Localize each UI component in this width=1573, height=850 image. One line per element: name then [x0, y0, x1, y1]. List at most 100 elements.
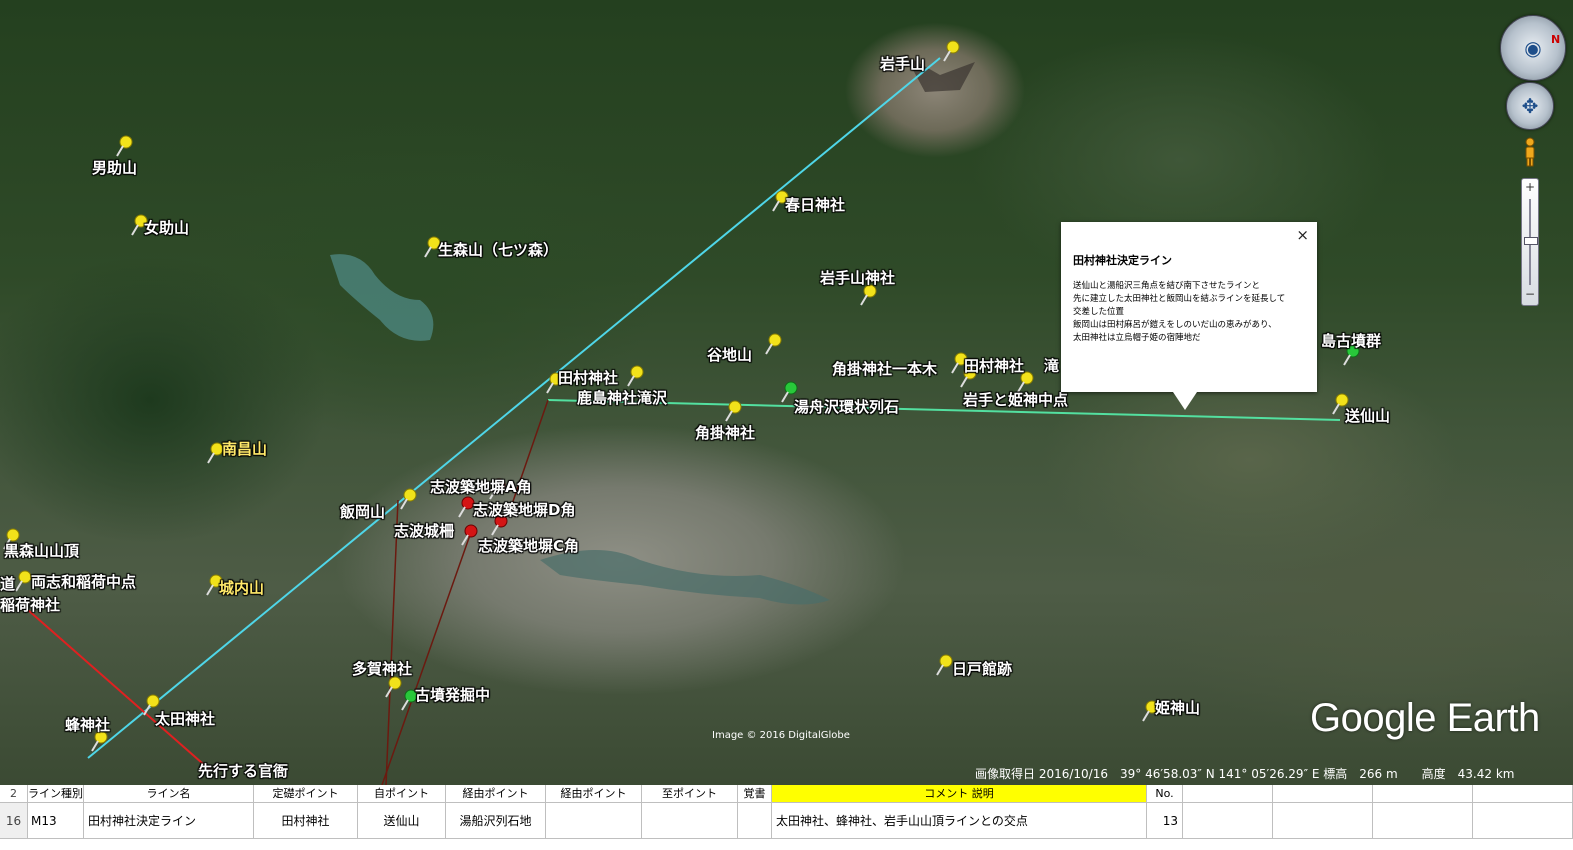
placemark-label[interactable]: 志波城柵 — [394, 520, 454, 541]
column-header[interactable]: No. — [1147, 785, 1183, 803]
move-control[interactable]: ✥ — [1506, 82, 1554, 130]
table-cell[interactable]: 湯船沢列石地 — [446, 803, 546, 839]
placemark-label[interactable]: 両志和稲荷中点 — [31, 571, 136, 592]
balloon-text-line: 太田神社は立烏帽子姫の宿陣地だ — [1073, 333, 1201, 343]
empty-cell[interactable] — [1473, 803, 1573, 839]
empty-cell[interactable] — [1473, 785, 1573, 803]
earth-map-view[interactable]: 岩手山 春日神社 男助山 女助山 生森山（七ツ森） 岩手山神社 谷地山 角掛神社… — [0, 0, 1573, 785]
placemark-info-balloon: × 田村神社決定ライン 送仙山と湯船沢三角点を結び南下させたラインと 先に建立し… — [1061, 222, 1317, 410]
red-line — [27, 609, 211, 771]
balloon-text-line: 飯岡山は田村麻呂が鎧えをしのいだ山の恵みがあり、 — [1073, 320, 1277, 330]
placemark-label[interactable]: 岩手と姫神中点 — [963, 389, 1068, 410]
balloon-text-line: 先に建立した太田神社と飯岡山を結ぶラインを延長して — [1073, 294, 1286, 304]
balloon-text-line: 送仙山と湯船沢三角点を結び南下させたラインと — [1073, 281, 1261, 291]
table-cell[interactable] — [642, 803, 738, 839]
zoom-slider[interactable]: + − — [1521, 178, 1539, 306]
column-header[interactable]: ライン名 — [84, 785, 254, 803]
hand-icon: ✥ — [1521, 94, 1539, 118]
placemark-label[interactable]: 姫神山 — [1155, 697, 1200, 718]
column-header[interactable]: 定礎ポイント — [254, 785, 358, 803]
placemark-label[interactable]: 城内山 — [219, 577, 264, 598]
balloon-text-line: 交差した位置 — [1073, 307, 1125, 317]
yellow-pushpin-icon[interactable] — [722, 400, 744, 422]
column-header[interactable]: 至ポイント — [642, 785, 738, 803]
balloon-title: 田村神社決定ライン — [1073, 254, 1172, 267]
table-cell[interactable]: 田村神社決定ライン — [84, 803, 254, 839]
look-control[interactable]: ◉ — [1500, 15, 1566, 81]
yellow-pushpin-icon[interactable] — [762, 333, 784, 355]
table-cell[interactable]: 田村神社 — [254, 803, 358, 839]
empty-cell[interactable] — [1183, 785, 1273, 803]
placemark-label[interactable]: 島古墳群 — [1321, 330, 1381, 351]
placemark-label[interactable]: 湯舟沢環状列石 — [794, 396, 899, 417]
column-header[interactable]: 経由ポイント — [446, 785, 546, 803]
placemark-label[interactable]: 男助山 — [92, 157, 137, 178]
placemark-label[interactable]: 道 — [0, 573, 15, 594]
placemark-label[interactable]: 志波築地塀D角 — [473, 499, 575, 520]
placemark-label[interactable]: 谷地山 — [707, 344, 752, 365]
placemark-label[interactable]: 送仙山 — [1345, 405, 1390, 426]
placemark-label[interactable]: 角掛神社一本木 — [832, 358, 937, 379]
row-number[interactable]: 2 — [0, 785, 28, 803]
placemark-label[interactable]: 多賀神社 — [352, 658, 412, 679]
placemark-label[interactable]: 春日神社 — [785, 194, 845, 215]
zoom-thumb[interactable] — [1524, 237, 1538, 245]
placemark-label[interactable]: 蜂神社 — [65, 714, 110, 735]
placemark-label[interactable]: 志波築地塀A角 — [430, 476, 532, 497]
empty-cell[interactable] — [1183, 803, 1273, 839]
column-header[interactable]: 経由ポイント — [546, 785, 642, 803]
placemark-label[interactable]: 黒森山山頂 — [4, 540, 79, 561]
status-bar: 画像取得日 2016/10/16 39° 46′58.03″ N 141° 05… — [975, 767, 1515, 781]
google-earth-logo: Google Earth — [1310, 696, 1540, 740]
placemark-label[interactable]: 志波築地塀C角 — [478, 535, 579, 556]
imagery-credit: Image © 2016 DigitalGlobe — [712, 730, 850, 741]
brown-line-2 — [385, 499, 399, 785]
placemark-label[interactable]: 飯岡山 — [340, 501, 385, 522]
yellow-pushpin-icon[interactable] — [113, 135, 135, 157]
placemark-label[interactable]: 稲荷神社 — [0, 594, 60, 615]
placemark-label[interactable]: 日戸館跡 — [952, 658, 1012, 679]
table-cell[interactable]: 送仙山 — [358, 803, 446, 839]
pegman-icon[interactable] — [1523, 137, 1537, 167]
placemark-label[interactable]: 南昌山 — [222, 438, 267, 459]
placemark-label[interactable]: 田村神社 — [558, 367, 618, 388]
empty-cell[interactable] — [1373, 803, 1473, 839]
river — [540, 550, 830, 605]
empty-cell[interactable] — [1273, 785, 1373, 803]
table-cell[interactable] — [546, 803, 642, 839]
table-cell[interactable]: 13 — [1147, 803, 1183, 839]
table-cell[interactable]: 太田神社、蜂神社、岩手山山頂ラインとの交点 — [772, 803, 1147, 839]
placemark-label[interactable]: 先行する官衙 — [198, 760, 288, 781]
empty-cell[interactable] — [1273, 803, 1373, 839]
placemark-label[interactable]: 滝 — [1044, 355, 1059, 376]
gosho-lake — [330, 254, 434, 341]
zoom-out-button[interactable]: − — [1522, 287, 1538, 301]
placemark-label[interactable]: 田村神社 — [964, 355, 1024, 376]
eye-icon: ◉ — [1524, 36, 1542, 60]
column-header[interactable]: ライン種別 — [28, 785, 84, 803]
table-cell[interactable]: M13 — [28, 803, 84, 839]
table-cell[interactable] — [738, 803, 772, 839]
zoom-in-button[interactable]: + — [1522, 180, 1538, 194]
column-header[interactable]: 覚書 — [738, 785, 772, 803]
red-pushpin-icon[interactable] — [458, 524, 480, 546]
close-icon[interactable]: × — [1296, 226, 1309, 244]
yellow-pushpin-icon[interactable] — [397, 488, 419, 510]
column-header[interactable]: コメント 説明 — [772, 785, 1147, 803]
spreadsheet-strip: 2 ライン種別 ライン名 定礎ポイント 自ポイント 経由ポイント 経由ポイント … — [0, 785, 1573, 850]
empty-cell[interactable] — [1373, 785, 1473, 803]
column-header[interactable]: 自ポイント — [358, 785, 446, 803]
placemark-label[interactable]: 生森山（七ツ森） — [438, 239, 558, 260]
placemark-label[interactable]: 角掛神社 — [695, 422, 755, 443]
row-number[interactable]: 16 — [0, 803, 28, 839]
placemark-label[interactable]: 鹿島神社滝沢 — [577, 387, 667, 408]
placemark-label[interactable]: 古墳発掘中 — [415, 684, 490, 705]
balloon-description: 送仙山と湯船沢三角点を結び南下させたラインと 先に建立した太田神社と飯岡山を結ぶ… — [1073, 280, 1313, 345]
placemark-label[interactable]: 太田神社 — [155, 708, 215, 729]
placemark-label[interactable]: 岩手山神社 — [820, 267, 895, 288]
placemark-label[interactable]: 岩手山 — [880, 53, 925, 74]
yellow-pushpin-icon[interactable] — [624, 365, 646, 387]
north-indicator[interactable]: N — [1551, 33, 1560, 46]
yellow-pushpin-icon[interactable] — [940, 40, 962, 62]
placemark-label[interactable]: 女助山 — [144, 217, 189, 238]
